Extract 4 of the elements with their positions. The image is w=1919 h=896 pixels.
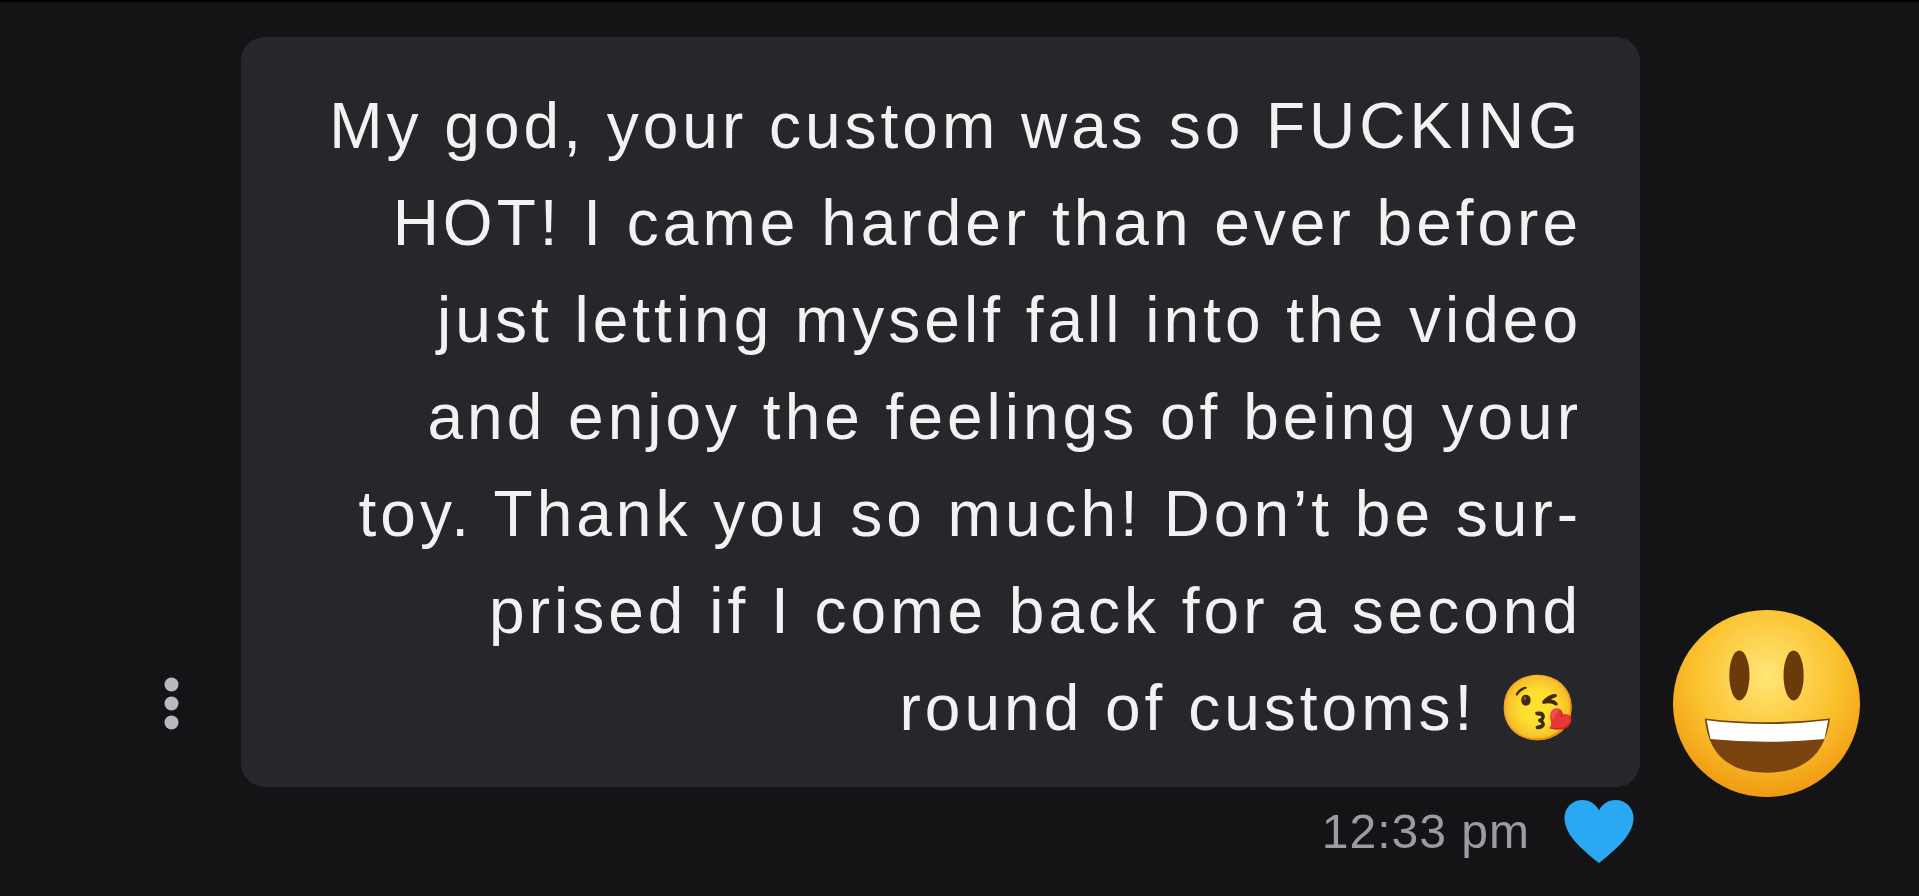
more-options-icon[interactable]	[163, 677, 180, 730]
grinning-face-icon	[1673, 610, 1860, 797]
message-text: My god, your custom was so FUCKING HOT! I came harder than ever before just letting myself fall into the video and enjoy the feelings of being your toy. Thank you so much! Don’t be sur- prised if I come back for a second round of customs! 😘	[328, 89, 1582, 746]
message-time: 12:33 pm	[1321, 807, 1530, 856]
